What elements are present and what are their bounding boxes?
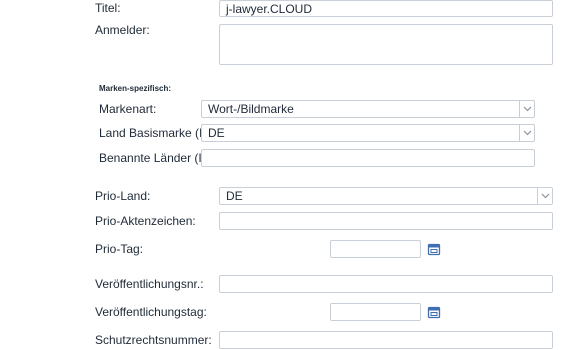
marken-section-title: Marken-spezifisch: — [99, 84, 172, 93]
anmelder-label: Anmelder: — [95, 23, 150, 37]
calendar-icon[interactable] — [426, 241, 442, 257]
veroeffentlichungstag-date-input[interactable] — [330, 303, 421, 321]
prio-land-value: DE — [226, 189, 243, 203]
prio-land-select[interactable]: DE — [219, 187, 553, 205]
calendar-icon[interactable] — [426, 304, 442, 320]
chevron-down-icon[interactable] — [537, 188, 552, 204]
markenart-label: Markenart: — [99, 102, 157, 116]
veroeffentlichungsnr-label: Veröffentlichungsnr.: — [95, 277, 204, 291]
chevron-down-icon[interactable] — [519, 101, 534, 117]
anmelder-textarea[interactable] — [219, 24, 553, 65]
schutzrechtsnummer-label: Schutzrechtsnummer: — [95, 333, 212, 347]
prio-land-label: Prio-Land: — [95, 189, 151, 203]
land-basismarke-value: DE — [208, 126, 225, 140]
benannte-laender-label: Benannte Länder (IR): — [99, 151, 218, 165]
veroeffentlichungsnr-input[interactable] — [219, 275, 553, 293]
veroeffentlichungstag-label: Veröffentlichungstag: — [95, 305, 207, 319]
chevron-down-icon[interactable] — [519, 125, 534, 141]
prio-tag-label: Prio-Tag: — [95, 242, 144, 256]
markenart-select[interactable]: Wort-/Bildmarke — [201, 100, 535, 118]
schutzrechtsnummer-input[interactable] — [219, 331, 553, 349]
markenart-value: Wort-/Bildmarke — [208, 102, 294, 116]
titel-input[interactable]: j-lawyer.CLOUD — [219, 0, 553, 17]
prio-tag-date-input[interactable] — [330, 240, 421, 258]
prio-aktenzeichen-label: Prio-Aktenzeichen: — [95, 214, 196, 228]
prio-aktenzeichen-input[interactable] — [219, 212, 553, 230]
titel-label: Titel: — [95, 1, 121, 15]
benannte-laender-input[interactable] — [201, 149, 535, 167]
land-basismarke-select[interactable]: DE — [201, 124, 535, 142]
